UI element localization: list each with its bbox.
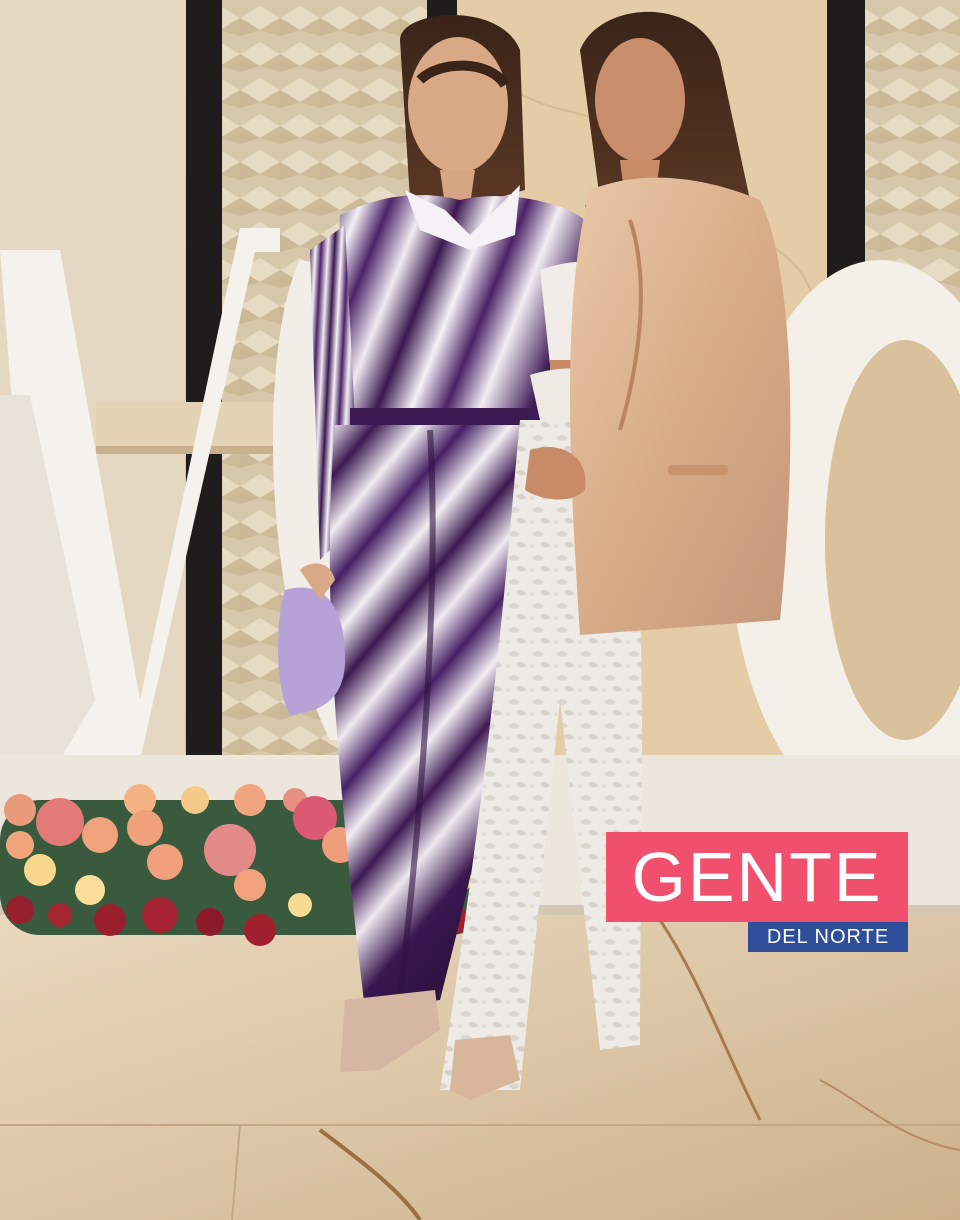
logo-blue-block: DEL NORTE	[748, 922, 908, 952]
logo-pink-block: GENTE	[606, 832, 908, 922]
logo-sub-text: DEL NORTE	[766, 926, 890, 948]
brand-logo: GENTE DEL NORTE	[606, 832, 908, 952]
event-photo	[0, 0, 960, 1220]
logo-main-text: GENTE	[631, 838, 883, 916]
